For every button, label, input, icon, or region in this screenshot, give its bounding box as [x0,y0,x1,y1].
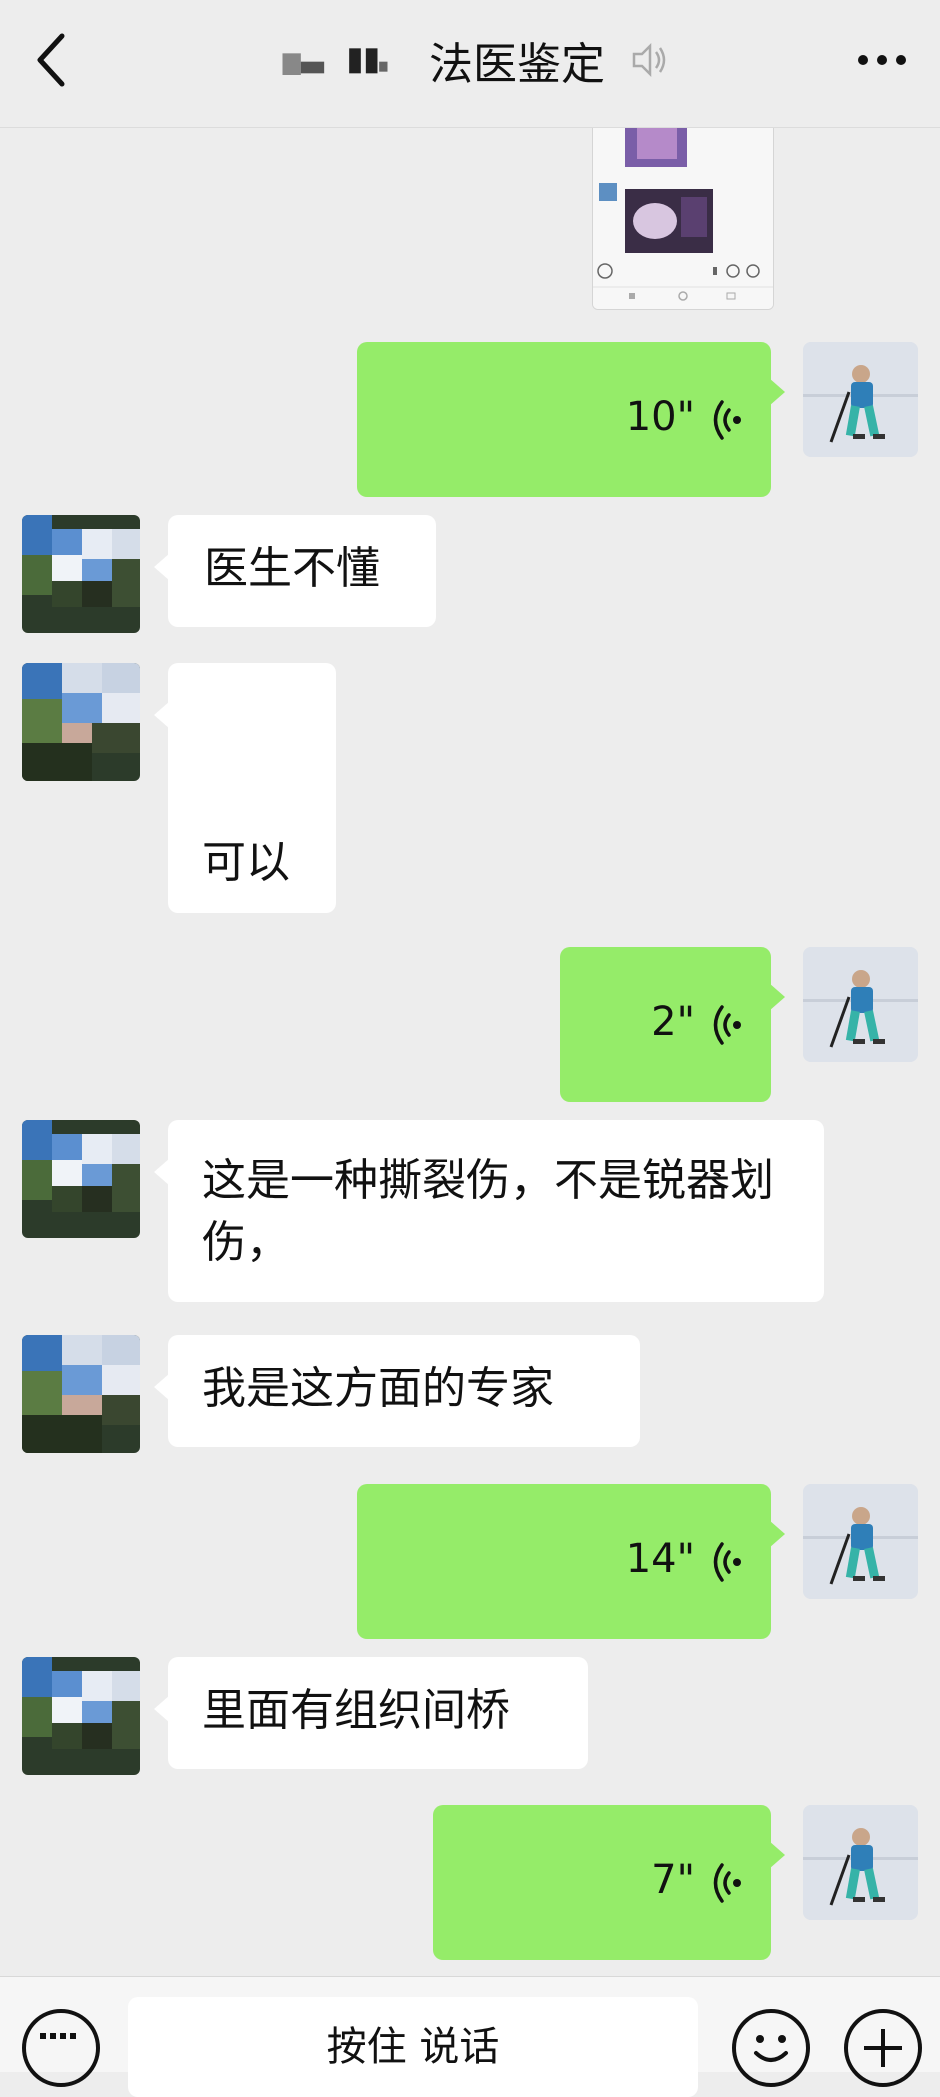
plus-icon [864,2029,902,2067]
voice-wave-icon [713,1005,741,1045]
voice-message[interactable]: 2" [560,947,785,1102]
message-text: 这是一种撕裂伤，不是锐器划伤， [202,1155,774,1268]
self-avatar[interactable] [803,1484,918,1599]
hold-to-talk-label: 按住 说话 [326,2024,500,2070]
redacted-name [282,48,388,75]
self-avatar[interactable] [803,947,918,1062]
input-bar: 按住 说话 [0,1976,940,2097]
voice-duration: 7" [651,1857,695,1903]
voice-wave-icon [713,1542,741,1582]
self-avatar[interactable] [803,342,918,457]
shared-image-message[interactable] [592,120,774,310]
avatar-image [803,1805,918,1920]
voice-duration: 14" [625,1536,695,1582]
voice-duration: 10" [625,394,695,440]
contact-avatar[interactable] [22,1335,140,1453]
chat-title-text: 法医鉴定 [429,39,605,90]
contact-avatar[interactable] [22,1657,140,1775]
avatar-image [22,663,140,781]
chat-title: 法医鉴定 [0,28,940,98]
text-message[interactable]: 可以 [154,663,336,913]
text-message[interactable]: 里面有组织间桥 [154,1657,588,1769]
contact-avatar[interactable] [22,1120,140,1238]
self-avatar[interactable] [803,1805,918,1920]
keyboard-button[interactable] [22,2009,100,2087]
more-icon [858,55,906,65]
avatar-image [22,1657,140,1775]
voice-message[interactable]: 10" [357,342,785,497]
voice-wave-icon [713,400,741,440]
message-text: 里面有组织间桥 [202,1685,510,1736]
avatar-image [22,1120,140,1238]
avatar-image [803,1484,918,1599]
voice-message[interactable]: 7" [433,1805,785,1960]
chat-header: 法医鉴定 [0,0,940,128]
emoji-button[interactable] [732,2009,810,2087]
message-text: 医生不懂 [204,543,380,594]
more-button[interactable] [854,40,910,80]
contact-avatar[interactable] [22,515,140,633]
voice-wave-icon [713,1863,741,1903]
message-text: 可以 [202,837,290,888]
mute-icon [632,42,666,78]
contact-avatar[interactable] [22,663,140,781]
avatar-image [803,342,918,457]
screenshot-thumbnail [593,121,773,309]
voice-duration: 2" [651,999,695,1045]
avatar-image [803,947,918,1062]
emoji-icon [754,2035,788,2062]
more-functions-button[interactable] [844,2009,922,2087]
text-message[interactable]: 我是这方面的专家 [154,1335,640,1447]
hold-to-talk-button[interactable]: 按住 说话 [128,1997,698,2097]
voice-message[interactable]: 14" [357,1484,785,1639]
text-message[interactable]: 医生不懂 [154,515,436,627]
keyboard-icon [40,2033,76,2039]
message-text: 我是这方面的专家 [202,1363,554,1414]
avatar-image [22,1335,140,1453]
avatar-image [22,515,140,633]
text-message[interactable]: 这是一种撕裂伤，不是锐器划伤， [154,1120,824,1302]
